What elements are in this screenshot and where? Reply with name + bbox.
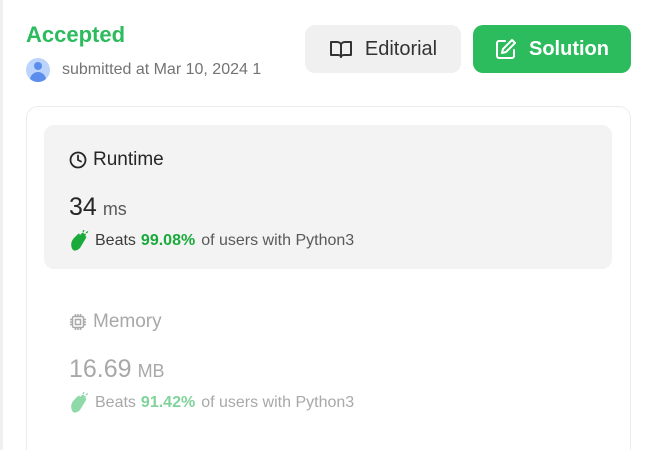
editorial-label: Editorial — [364, 37, 438, 60]
solution-button[interactable]: Solution — [473, 25, 631, 73]
edit-icon — [496, 39, 516, 59]
runtime-title: Runtime — [69, 149, 164, 171]
memory-suffix: of users with Python3 — [201, 394, 355, 411]
runtime-percent: 99.08% — [140, 232, 196, 249]
memory-beats-label: Beats — [95, 394, 136, 411]
clap-icon — [71, 230, 89, 251]
memory-number: 16.69 — [69, 355, 132, 383]
memory-percent: 91.42% — [140, 394, 196, 411]
runtime-beats: Beats 99.08% of users with Python3 — [69, 230, 354, 252]
editorial-button[interactable]: Editorial — [305, 25, 461, 73]
memory-unit: MB — [137, 361, 165, 381]
memory-value: 16.69 MB — [69, 355, 165, 384]
submitted-at-text: submitted at Mar 10, 2024 1 — [62, 61, 262, 78]
submission-status: Accepted — [26, 22, 126, 47]
memory-title[interactable]: Memory — [69, 311, 162, 333]
left-divider — [0, 0, 3, 450]
runtime-title-label: Runtime — [93, 149, 164, 170]
chip-icon — [70, 314, 86, 330]
runtime-value: 34 ms — [69, 193, 127, 222]
clock-icon — [69, 151, 87, 169]
memory-title-label: Memory — [93, 311, 162, 332]
runtime-number: 34 — [69, 193, 97, 221]
runtime-suffix: of users with Python3 — [201, 232, 355, 249]
memory-beats: Beats 91.42% of users with Python3 — [69, 392, 354, 414]
runtime-unit: ms — [102, 199, 127, 219]
submission-info: submitted at Mar 10, 2024 1 — [26, 58, 282, 82]
user-avatar[interactable] — [26, 58, 50, 82]
book-icon — [329, 41, 352, 58]
clap-icon — [71, 392, 89, 413]
solution-label: Solution — [529, 37, 609, 60]
runtime-beats-label: Beats — [95, 232, 136, 249]
